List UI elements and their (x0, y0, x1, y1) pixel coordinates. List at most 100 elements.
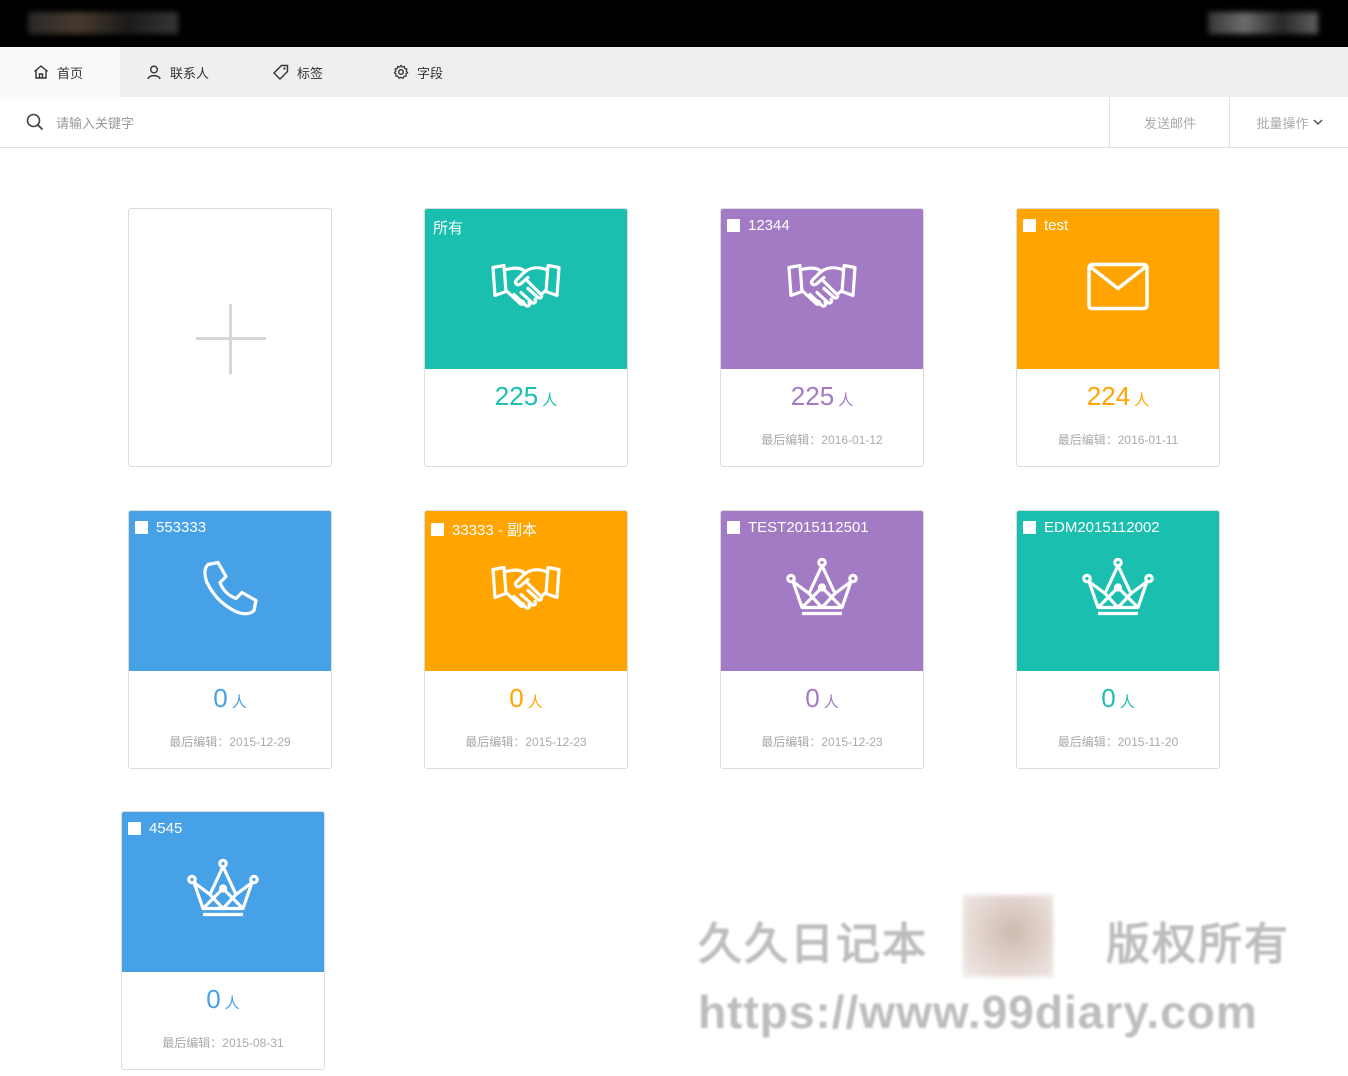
group-card-header[interactable]: 33333 - 副本 (425, 511, 627, 671)
group-card-header[interactable]: 所有 (425, 209, 627, 369)
phone-icon (200, 559, 260, 624)
group-card-title: 所有 (433, 217, 463, 238)
watermark-text-left: 久久日记本 (698, 920, 928, 969)
last-edited-date: 最后编辑：2016-01-11 (1057, 433, 1179, 447)
user-icon (147, 65, 161, 80)
group-card-header[interactable]: 4545 (122, 812, 324, 972)
batch-operation-label: 批量操作 (1256, 115, 1309, 131)
count-number: 0 (805, 683, 820, 713)
user-info-blurred[interactable] (1208, 12, 1318, 34)
count-unit: 人 (542, 392, 558, 409)
group-card-title: 4545 (128, 820, 182, 837)
group-card-title: EDM2015112002 (1023, 519, 1160, 536)
group-title-text: 4545 (149, 820, 183, 837)
tab-home[interactable]: 首页 (0, 47, 120, 97)
tab-tags-label: 标签 (297, 65, 324, 81)
batch-operation-dropdown[interactable]: 批量操作 (1229, 97, 1348, 147)
home-icon (34, 65, 48, 79)
last-edited-date: 最后编辑：2015-12-23 (761, 735, 883, 749)
group-card-header[interactable]: TEST2015112501 (721, 511, 923, 671)
group-card-header[interactable]: test (1017, 209, 1219, 369)
group-member-count: 0人 (129, 683, 331, 714)
count-number: 0 (509, 683, 524, 713)
envelope-icon (1086, 262, 1150, 317)
group-card-title: 12344 (727, 217, 790, 234)
count-number: 0 (213, 683, 228, 713)
gear-icon (393, 64, 409, 79)
chevron-down-icon (1312, 119, 1323, 126)
watermark-image (963, 895, 1053, 977)
group-checkbox[interactable] (128, 822, 141, 835)
tab-fields[interactable]: 字段 (393, 47, 443, 97)
count-unit: 人 (231, 694, 247, 711)
count-number: 224 (1086, 381, 1131, 411)
count-unit: 人 (224, 995, 240, 1012)
group-member-count: 0人 (721, 683, 923, 714)
group-checkbox[interactable] (727, 521, 740, 534)
count-unit: 人 (823, 694, 839, 711)
group-card[interactable]: 12344 225 人最后编辑：2016-01-12 (720, 208, 924, 467)
search-bar: 发送邮件 批量操作 (0, 97, 1348, 148)
group-title-text: 12344 (748, 217, 790, 234)
handshake-icon (786, 262, 858, 317)
group-card-header[interactable]: 12344 (721, 209, 923, 369)
last-edited-date: 最后编辑：2016-01-12 (761, 433, 883, 447)
handshake-icon (490, 564, 562, 619)
group-card[interactable]: 所有 225 人 (424, 208, 628, 467)
last-edited-date: 最后编辑：2015-11-20 (1057, 735, 1179, 749)
handshake-icon (490, 262, 562, 317)
group-card-title: 33333 - 副本 (431, 519, 537, 540)
group-checkbox[interactable] (431, 523, 444, 536)
group-member-count: 0人 (425, 683, 627, 714)
group-member-count: 0人 (122, 984, 324, 1015)
group-card[interactable]: 33333 - 副本 0 人最后编辑：2015-12-23 (424, 510, 628, 769)
count-number: 225 (494, 381, 539, 411)
group-title-text: TEST2015112501 (748, 519, 869, 536)
count-number: 0 (206, 984, 221, 1014)
group-member-count: 0人 (1017, 683, 1219, 714)
main-nav: 首页 联系人 标签 字段 (0, 47, 1348, 97)
watermark-url: https://www.99diary.com (698, 986, 1258, 1038)
count-unit: 人 (527, 694, 543, 711)
group-card-title: TEST2015112501 (727, 519, 869, 536)
send-email-label: 发送邮件 (1143, 115, 1196, 131)
count-number: 225 (790, 381, 835, 411)
search-icon (26, 113, 44, 131)
group-card-header[interactable]: 553333 (129, 511, 331, 671)
top-bar (0, 0, 1348, 47)
group-title-text: EDM2015112002 (1044, 519, 1160, 536)
group-card-title: 553333 (135, 519, 206, 536)
count-unit: 人 (1134, 392, 1150, 409)
group-card-header[interactable]: EDM2015112002 (1017, 511, 1219, 671)
tab-tags[interactable]: 标签 (273, 47, 323, 97)
group-checkbox[interactable] (1023, 521, 1036, 534)
send-email-button[interactable]: 发送邮件 (1109, 97, 1230, 147)
group-card[interactable]: EDM2015112002 0 人最后编辑：2015-11-20 (1016, 510, 1220, 769)
tag-icon (273, 64, 289, 80)
search-input[interactable] (54, 111, 758, 135)
tab-contacts-label: 联系人 (170, 65, 210, 81)
group-checkbox[interactable] (727, 219, 740, 232)
group-member-count: 225 人 (721, 381, 923, 412)
group-checkbox[interactable] (1023, 219, 1036, 232)
group-card[interactable]: 4545 0 人最后编辑：2015-08-31 (121, 811, 325, 1070)
crown-icon (1082, 557, 1154, 625)
plus-icon-vertical (229, 304, 232, 374)
count-unit: 人 (838, 392, 854, 409)
add-group-card[interactable] (128, 208, 332, 467)
last-edited-date: 最后编辑：2015-08-31 (162, 1036, 284, 1050)
crown-icon (187, 858, 259, 926)
group-card[interactable]: TEST2015112501 0 人最后编辑：2015-12-23 (720, 510, 924, 769)
group-card[interactable]: 553333 0 人最后编辑：2015-12-29 (128, 510, 332, 769)
count-unit: 人 (1119, 694, 1135, 711)
count-number: 0 (1101, 683, 1116, 713)
group-card[interactable]: test 224 人最后编辑：2016-01-11 (1016, 208, 1220, 467)
last-edited-date: 最后编辑：2015-12-23 (465, 735, 587, 749)
tab-home-label: 首页 (57, 65, 84, 81)
group-title-text: test (1044, 217, 1069, 234)
tab-contacts[interactable]: 联系人 (146, 47, 209, 97)
group-member-count: 224 人 (1017, 381, 1219, 412)
group-checkbox[interactable] (135, 521, 148, 534)
logo-blurred (28, 12, 178, 34)
group-title-text: 所有 (433, 220, 464, 237)
